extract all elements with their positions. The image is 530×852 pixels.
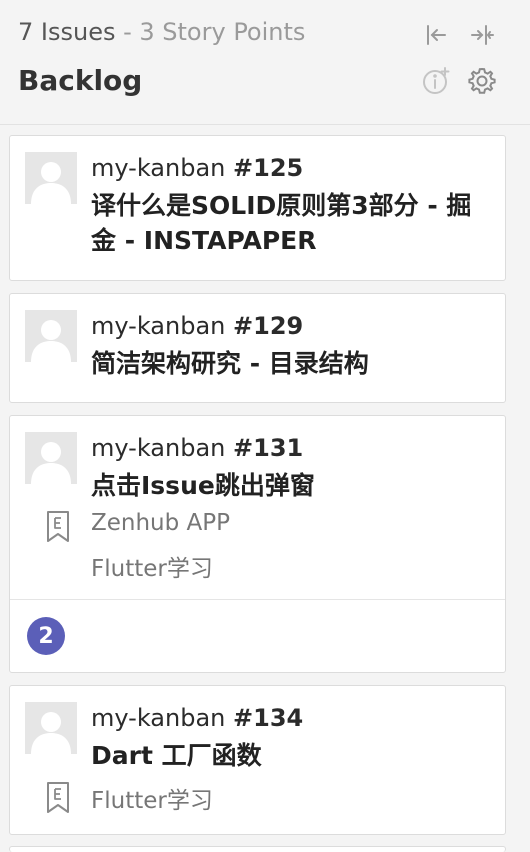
issue-card[interactable]: my-kanban #134 Dart 工厂函数 Flutter学习 bbox=[9, 685, 506, 835]
pipeline-info-icon[interactable] bbox=[421, 66, 451, 96]
issue-number: #134 bbox=[233, 704, 304, 732]
issue-card[interactable]: my-kanban #125 译什么是SOLID原则第3部分 - 掘金 - IN… bbox=[9, 135, 506, 281]
epic-icon bbox=[45, 510, 71, 544]
repo-name: my-kanban bbox=[91, 434, 226, 462]
collapse-left-icon[interactable] bbox=[421, 20, 451, 50]
issue-card-partial[interactable] bbox=[9, 846, 506, 852]
issue-reference[interactable]: my-kanban #131 bbox=[91, 434, 303, 462]
counts-separator: - bbox=[115, 18, 140, 46]
issue-number: #129 bbox=[233, 312, 304, 340]
pipeline-title: Backlog bbox=[18, 64, 143, 97]
avatar bbox=[25, 310, 77, 362]
avatar bbox=[25, 152, 77, 204]
pipeline-header: 7 Issues - 3 Story Points Backlog bbox=[0, 0, 530, 125]
epic-label[interactable]: Flutter学习 bbox=[91, 549, 213, 583]
settings-icon[interactable] bbox=[467, 66, 497, 96]
issue-card[interactable]: my-kanban #129 简洁架构研究 - 目录结构 bbox=[9, 293, 506, 403]
issue-reference[interactable]: my-kanban #134 bbox=[91, 704, 303, 732]
issue-reference[interactable]: my-kanban #129 bbox=[91, 312, 303, 340]
pipeline-counts: 7 Issues - 3 Story Points bbox=[18, 18, 305, 46]
repo-name: my-kanban bbox=[91, 312, 226, 340]
story-points: 3 Story Points bbox=[139, 18, 306, 46]
issue-reference[interactable]: my-kanban #125 bbox=[91, 154, 303, 182]
issues-count: 7 Issues bbox=[18, 18, 116, 46]
issue-card[interactable]: my-kanban #131 点击Issue跳出弹窗 Zenhub APP Fl… bbox=[9, 415, 506, 673]
issue-number: #131 bbox=[233, 434, 304, 462]
epic-icon bbox=[45, 781, 71, 815]
estimate-badge[interactable]: 2 bbox=[27, 617, 65, 655]
collapse-pipeline-icon[interactable] bbox=[467, 20, 497, 50]
avatar bbox=[25, 432, 77, 484]
avatar bbox=[25, 702, 77, 754]
repo-name: my-kanban bbox=[91, 704, 226, 732]
issue-title[interactable]: 简洁架构研究 - 目录结构 bbox=[91, 346, 491, 381]
epic-label[interactable]: Flutter学习 bbox=[91, 781, 213, 815]
repo-name: my-kanban bbox=[91, 154, 226, 182]
issue-title[interactable]: Dart 工厂函数 bbox=[91, 738, 491, 773]
issue-title[interactable]: 译什么是SOLID原则第3部分 - 掘金 - INSTAPAPER bbox=[91, 188, 491, 258]
card-divider bbox=[10, 599, 505, 600]
epic-label[interactable]: Zenhub APP bbox=[91, 510, 230, 536]
issue-title[interactable]: 点击Issue跳出弹窗 bbox=[91, 468, 491, 503]
issue-number: #125 bbox=[233, 154, 304, 182]
